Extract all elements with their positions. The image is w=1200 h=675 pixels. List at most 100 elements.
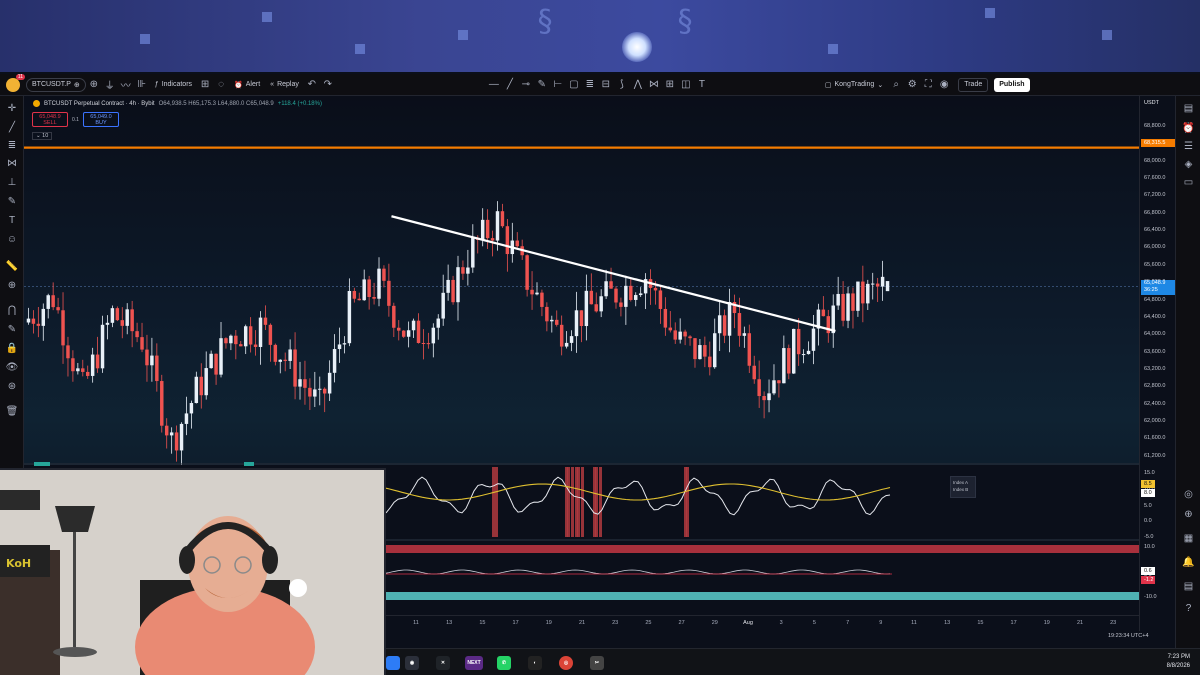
obs-app-icon[interactable]: ◉ — [405, 656, 419, 670]
candles-icon[interactable]: ⊪ — [134, 77, 150, 93]
notifications-icon[interactable]: 🔔 — [1181, 556, 1196, 570]
price-tick-label: 66,400.0 — [1144, 227, 1166, 234]
layouts-icon[interactable]: ⊞ — [197, 77, 213, 93]
signal-bar — [595, 467, 598, 537]
channel-tool-icon[interactable]: ⊟ — [598, 77, 614, 93]
sell-button[interactable]: 65,048.9 SELL — [32, 112, 68, 127]
x-app-icon[interactable]: ✕ — [436, 656, 450, 670]
trash-icon[interactable]: 🗑 — [4, 405, 20, 419]
editor-app-icon[interactable]: ✂ — [590, 656, 604, 670]
ruler-icon[interactable]: 📏 — [4, 260, 20, 274]
alerts-icon[interactable]: ⏰ — [1181, 122, 1196, 136]
trend-line-tool-icon[interactable]: ╱ — [502, 77, 518, 93]
candle-body — [550, 319, 554, 322]
cursor-icon[interactable]: ✛ — [4, 102, 20, 116]
candle-body — [397, 327, 401, 331]
forecast-icon[interactable]: ⊥ — [4, 176, 20, 190]
add-symbol-icon[interactable]: ⊕ — [86, 77, 102, 93]
currency-label[interactable]: USDT — [1144, 100, 1159, 106]
undo-icon[interactable]: ↶ — [304, 77, 320, 93]
object-tree-icon[interactable]: ☰ — [1181, 140, 1196, 154]
rectangle-tool-icon[interactable]: ▢ — [566, 77, 582, 93]
stay-drawing-icon[interactable]: ✎ — [4, 323, 20, 337]
elliott-tool-icon[interactable]: ⋈ — [646, 77, 662, 93]
templates-icon[interactable]: ◌ — [213, 77, 229, 93]
pattern-tool-icon[interactable]: ⋀ — [630, 77, 646, 93]
chart-legend: BTCUSDT Perpetual Contract · 4h · Bybit … — [33, 100, 322, 107]
system-clock[interactable]: 7:23 PM 8/8/2026 — [1167, 653, 1190, 671]
hide-icon[interactable]: 👁 — [4, 361, 20, 375]
lock-icon[interactable]: 🔒 — [4, 342, 20, 356]
candle-body — [851, 293, 855, 311]
price-tick-label: 68,000.0 — [1144, 157, 1166, 164]
candle-body — [155, 355, 159, 382]
line-chart-icon[interactable]: 〰 — [118, 77, 134, 93]
capcut-app-icon[interactable]: ◐ — [528, 656, 542, 670]
symbol-search[interactable]: BTCUSDT.P ⊕ — [26, 77, 86, 92]
indicator-legend-box[interactable]: Index A Index B — [950, 476, 976, 498]
browser-app-icon[interactable] — [386, 656, 400, 670]
layers-icon[interactable]: ◈ — [1181, 158, 1196, 172]
hotlists-icon[interactable]: ▤ — [1181, 580, 1196, 594]
help-icon[interactable]: ? — [1181, 602, 1196, 616]
text-tool-icon[interactable]: T — [694, 77, 710, 93]
trend-line-icon[interactable]: ╱ — [4, 121, 20, 135]
candle-body — [505, 226, 510, 255]
measure-tool-icon[interactable]: ⊢ — [550, 77, 566, 93]
pattern-icon[interactable]: ⋈ — [4, 157, 20, 171]
position-tool-icon[interactable]: ⊞ — [662, 77, 678, 93]
redo-icon[interactable]: ↷ — [320, 77, 336, 93]
candle-body — [421, 343, 426, 345]
tree-icon[interactable]: ⊛ — [4, 380, 20, 394]
streams-icon[interactable]: ⊕ — [1181, 508, 1196, 522]
profile-avatar[interactable]: 11 — [6, 73, 25, 92]
buy-button[interactable]: 65,049.0 BUY — [83, 112, 119, 127]
price-scale[interactable]: USDT 68,800.068,400.068,000.067,600.067,… — [1139, 96, 1175, 631]
signal-bar — [492, 467, 495, 537]
magnet-icon[interactable]: ⋂ — [4, 304, 20, 318]
brush-tool-icon[interactable]: ✎ — [534, 77, 550, 93]
candle-body — [703, 345, 707, 357]
chrome-app-icon[interactable]: ◎ — [559, 656, 573, 670]
next-app-icon[interactable]: NEXT — [465, 656, 483, 670]
alert-button[interactable]: ⏰ Alert — [229, 77, 265, 93]
candle-body — [495, 211, 500, 241]
candle-body — [742, 333, 747, 336]
candle-body — [372, 296, 376, 299]
calendar-icon[interactable]: ▦ — [1181, 532, 1196, 546]
bar-style-icon[interactable]: ⏚ — [102, 77, 118, 93]
search-icon[interactable]: ⌕ — [888, 77, 904, 93]
candle-body — [31, 318, 36, 324]
brush-icon[interactable]: ✎ — [4, 195, 20, 209]
watchlist-icon[interactable]: ▤ — [1181, 102, 1196, 116]
webcam-overlay: KoH — [0, 468, 386, 675]
ideas-icon[interactable]: ◎ — [1181, 488, 1196, 502]
horizontal-line-tool-icon[interactable]: — — [486, 77, 502, 93]
candle-body — [357, 298, 361, 301]
utc-clock[interactable]: 19:23:34 UTC+4 — [1108, 633, 1149, 639]
camera-icon[interactable]: ◉ — [936, 77, 952, 93]
emoji-icon[interactable]: ☺ — [4, 233, 20, 247]
candle-body — [120, 320, 125, 326]
chat-icon[interactable]: ▭ — [1181, 176, 1196, 190]
candle-body — [387, 280, 391, 306]
path-tool-icon[interactable]: ⟆ — [614, 77, 630, 93]
trade-button[interactable]: Trade — [958, 77, 989, 92]
text-icon[interactable]: T — [4, 214, 20, 228]
indicators-button[interactable]: ƒ Indicators — [150, 77, 197, 93]
candle-body — [327, 372, 332, 394]
settings-icon[interactable]: ⚙ — [904, 77, 920, 93]
whatsapp-app-icon[interactable]: ✆ — [497, 656, 511, 670]
ray-tool-icon[interactable]: ⊸ — [518, 77, 534, 93]
publish-button[interactable]: Publish — [994, 77, 1030, 92]
fib-icon[interactable]: ≣ — [4, 139, 20, 153]
fullscreen-icon[interactable]: ⛶ — [920, 77, 936, 93]
replay-button[interactable]: «Replay — [265, 77, 304, 93]
account-button[interactable]: ▢ KongTrading ⌄ — [820, 77, 888, 93]
note-tool-icon[interactable]: ◫ — [678, 77, 694, 93]
fib-tool-icon[interactable]: ≣ — [582, 77, 598, 93]
zoom-icon[interactable]: ⊕ — [4, 279, 20, 293]
candle-body — [836, 293, 840, 306]
quantity-field[interactable]: ⌄ 10 — [32, 132, 53, 140]
candle-body — [456, 267, 460, 303]
